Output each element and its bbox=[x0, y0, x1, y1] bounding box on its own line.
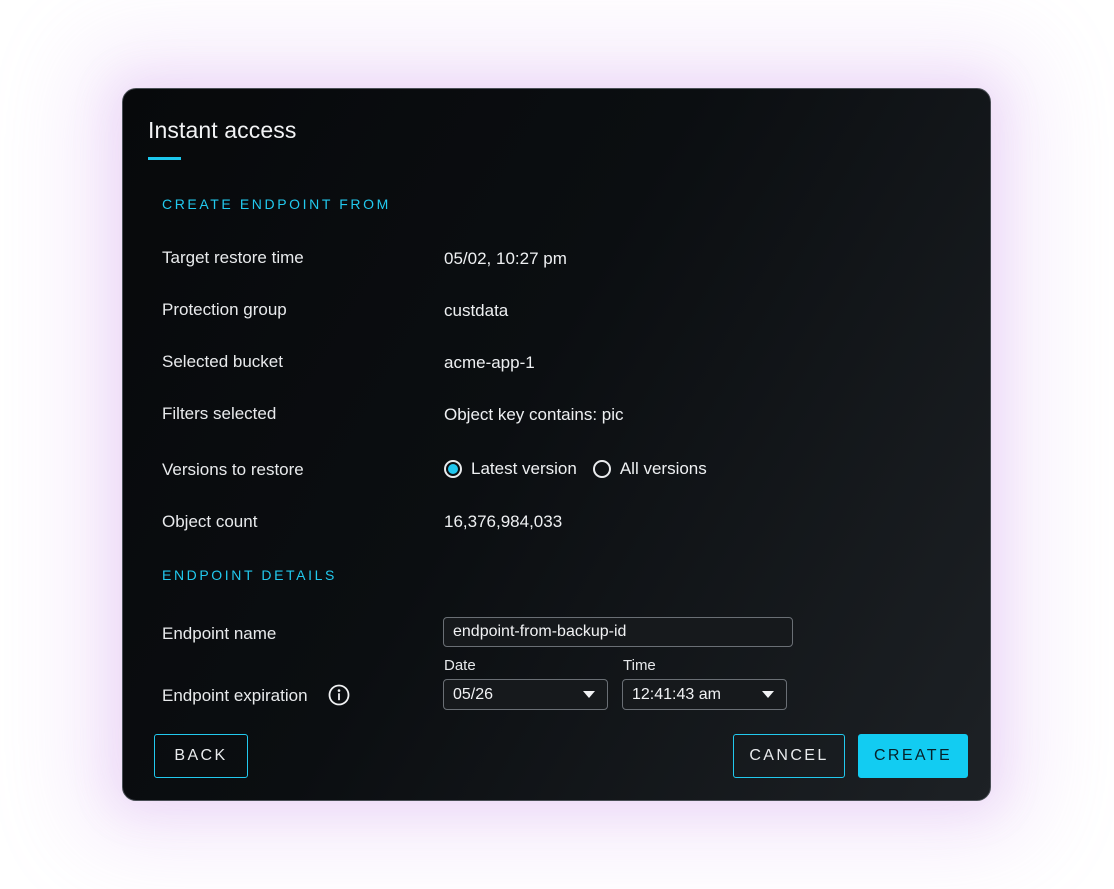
dialog-title: Instant access bbox=[148, 117, 297, 143]
expiration-date-select[interactable]: 05/26 bbox=[443, 679, 608, 710]
title-underline bbox=[148, 157, 181, 160]
radio-latest-version-label: Latest version bbox=[471, 459, 577, 478]
protection-group-value: custdata bbox=[444, 301, 509, 320]
target-restore-time-value: 05/02, 10:27 pm bbox=[444, 249, 567, 268]
filters-selected-value: Object key contains: pic bbox=[444, 405, 624, 424]
target-restore-time-label: Target restore time bbox=[162, 248, 304, 267]
radio-all-versions-label: All versions bbox=[619, 459, 707, 478]
info-icon[interactable] bbox=[328, 684, 350, 706]
back-button[interactable]: BACK bbox=[154, 734, 248, 778]
chevron-down-icon bbox=[583, 691, 595, 698]
endpoint-name-label: Endpoint name bbox=[162, 624, 277, 643]
radio-option-all-versions[interactable]: All versions bbox=[592, 459, 707, 479]
versions-radio-group: Latest version All versions bbox=[444, 457, 723, 481]
versions-to-restore-label: Versions to restore bbox=[162, 460, 304, 479]
object-count-value: 16,376,984,033 bbox=[444, 512, 563, 531]
expiration-time-select[interactable]: 12:41:43 am bbox=[622, 679, 787, 710]
endpoint-name-input[interactable] bbox=[443, 617, 793, 647]
cancel-button[interactable]: CANCEL bbox=[733, 734, 845, 778]
chevron-down-icon bbox=[762, 691, 774, 698]
object-count-label: Object count bbox=[162, 512, 258, 531]
endpoint-expiration-label: Endpoint expiration bbox=[162, 686, 308, 705]
date-caption: Date bbox=[444, 657, 476, 674]
time-caption: Time bbox=[623, 657, 656, 674]
expiration-time-value: 12:41:43 am bbox=[632, 685, 721, 703]
radio-option-latest-version[interactable]: Latest version bbox=[444, 459, 577, 479]
filters-selected-label: Filters selected bbox=[162, 404, 277, 423]
expiration-date-value: 05/26 bbox=[453, 685, 494, 703]
selected-bucket-label: Selected bucket bbox=[162, 352, 283, 371]
section-heading-create-endpoint-from: CREATE ENDPOINT FROM bbox=[162, 196, 391, 212]
protection-group-label: Protection group bbox=[162, 300, 287, 319]
create-button[interactable]: CREATE bbox=[858, 734, 968, 778]
section-heading-endpoint-details: ENDPOINT DETAILS bbox=[162, 567, 337, 583]
radio-all-versions[interactable] bbox=[592, 460, 611, 478]
radio-latest-version-checked[interactable] bbox=[444, 460, 462, 478]
instant-access-dialog: Instant access CREATE ENDPOINT FROM Targ… bbox=[122, 88, 991, 801]
selected-bucket-value: acme-app-1 bbox=[444, 353, 535, 372]
